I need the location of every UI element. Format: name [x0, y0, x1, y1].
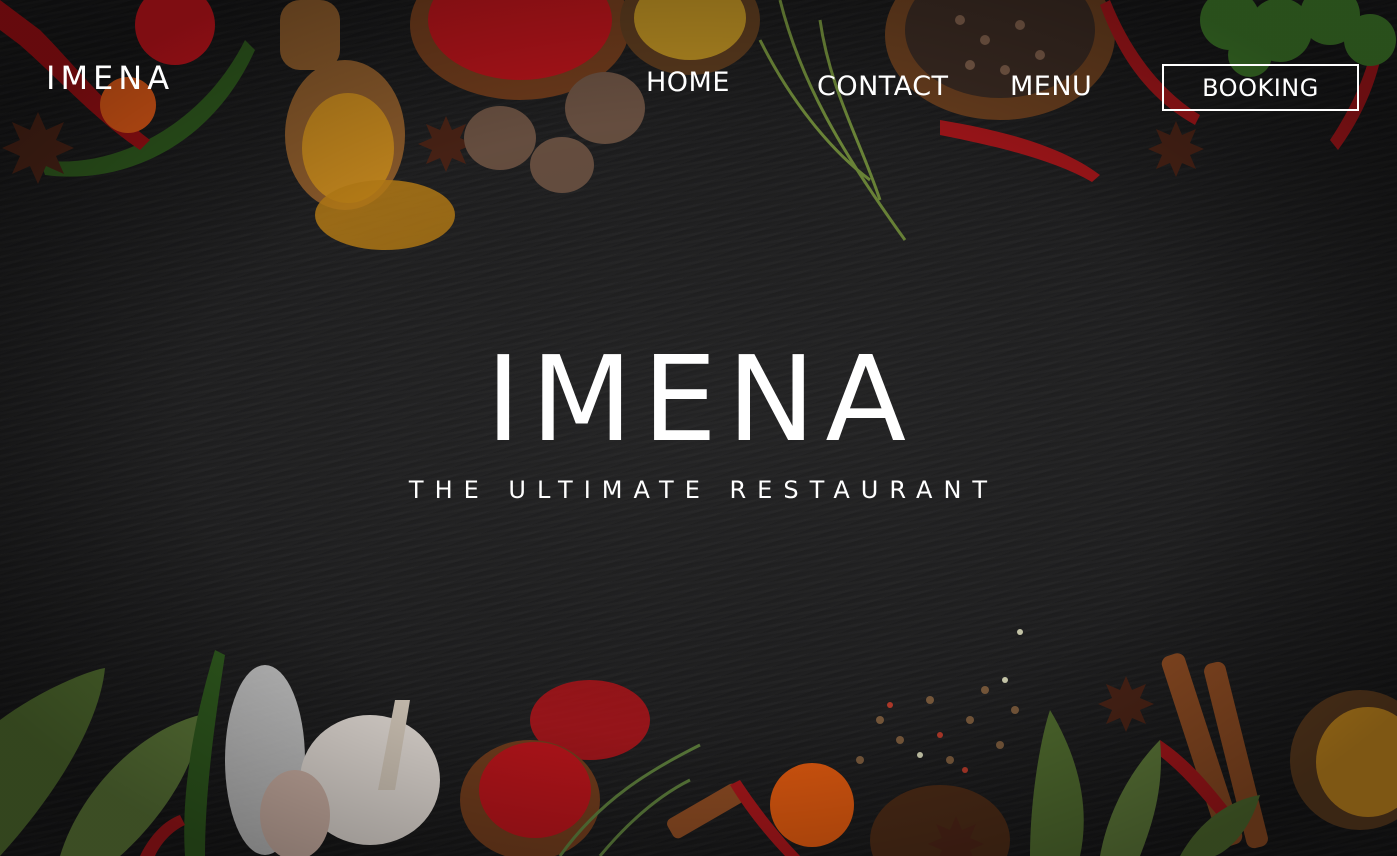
brand-logo[interactable]: IMENA [46, 60, 174, 96]
nav-menu-link[interactable]: MENU [1010, 71, 1092, 103]
nav-home-link[interactable]: HOME [646, 67, 730, 99]
booking-button-label: BOOKING [1202, 73, 1319, 102]
booking-button[interactable]: BOOKING [1162, 64, 1359, 111]
hero-title: IMENA [485, 330, 917, 468]
nav-contact-link[interactable]: CONTACT [817, 71, 949, 103]
hero-subtitle: THE ULTIMATE RESTAURANT [408, 476, 999, 504]
